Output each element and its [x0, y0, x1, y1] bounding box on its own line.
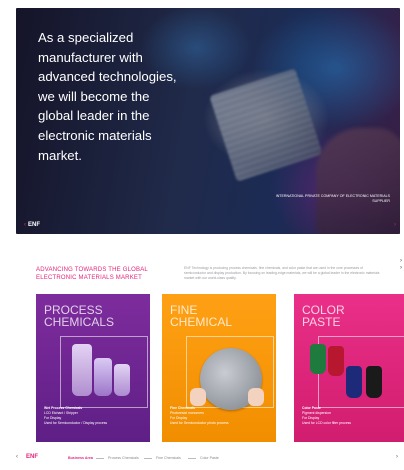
card-info: Wet Process Chemicals LCD Etchant / Stri…: [44, 406, 108, 425]
bottle-image: [114, 364, 130, 396]
next-page-icon[interactable]: ›: [396, 454, 398, 460]
nav-color-paste[interactable]: Color Paste: [200, 456, 219, 460]
card-title: COLOR PASTE: [302, 303, 345, 329]
nav-divider: [144, 458, 152, 459]
page-intro: ENF Technology is producing process chem…: [184, 266, 380, 280]
hand-left-image: [190, 388, 206, 406]
hand-right-image: [248, 388, 264, 406]
page-headline: ADVANCING TOWARDS THE GLOBAL ELECTRONIC …: [36, 267, 148, 281]
hero-caption: INTERNATIONAL PRIVATE COMPANY OF ELECTRO…: [275, 194, 390, 203]
red-bottle-image: [328, 346, 344, 376]
card-info: Color Paste Pigment dispersion For Displ…: [302, 406, 351, 425]
process-chemicals-card[interactable]: PROCESS CHEMICALS Wet Process Chemicals …: [36, 294, 150, 442]
hero-headline: As a specialized manufacturer with advan…: [38, 30, 177, 163]
black-bottle-image: [366, 366, 382, 398]
hero-logo: ‹ ENF: [24, 222, 40, 228]
prev-arrow-icon[interactable]: ‹: [24, 222, 26, 228]
footer-logo: ENF: [26, 454, 38, 460]
fine-chemical-card[interactable]: FINE CHEMICAL Fine Chemicals Photoresist…: [162, 294, 276, 442]
nav-fine-chemicals[interactable]: Fine Chemicals: [156, 456, 181, 460]
footer-nav: ‹ ENF Business Area Process Chemicals Fi…: [16, 452, 400, 464]
nav-divider: [96, 458, 104, 459]
green-bottle-image: [310, 344, 326, 374]
side-controls[interactable]: › ›: [400, 258, 402, 272]
hero-banner: As a specialized manufacturer with advan…: [16, 8, 400, 234]
prev-page-icon[interactable]: ‹: [16, 454, 18, 460]
hand-image: [316, 128, 400, 234]
page-up-icon[interactable]: ›: [400, 258, 402, 265]
next-arrow-icon[interactable]: ›: [394, 222, 396, 228]
page-down-icon[interactable]: ›: [400, 265, 402, 272]
color-paste-card[interactable]: COLOR PASTE Color Paste Pigment dispersi…: [294, 294, 404, 442]
beaker-image: [94, 358, 112, 396]
flask-image: [72, 344, 92, 396]
hero-logo-text: ENF: [28, 222, 40, 228]
nav-business-area[interactable]: Business Area: [68, 456, 93, 460]
products-page: ADVANCING TOWARDS THE GLOBAL ELECTRONIC …: [16, 250, 404, 460]
nav-divider: [188, 458, 196, 459]
nav-process-chemicals[interactable]: Process Chemicals: [108, 456, 139, 460]
card-title: FINE CHEMICAL: [170, 303, 233, 329]
card-title: PROCESS CHEMICALS: [44, 303, 115, 329]
card-info: Fine Chemicals Photoresist monomers For …: [170, 406, 229, 425]
microchip-image: [209, 68, 323, 182]
blue-bottle-image: [346, 366, 362, 398]
